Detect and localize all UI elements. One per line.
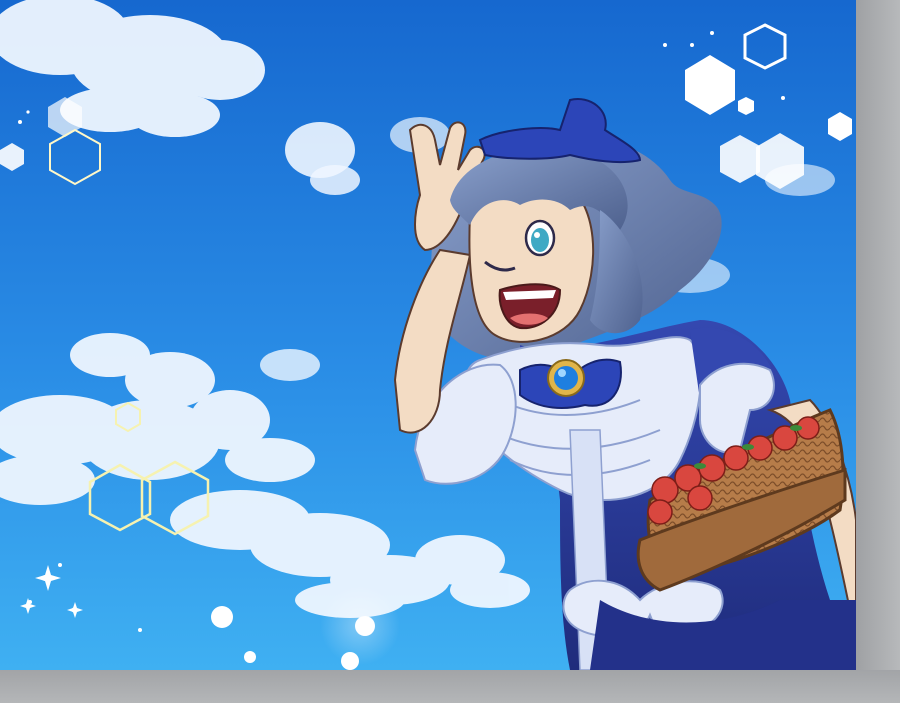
frame-border-bottom — [0, 670, 900, 703]
image-frame — [0, 0, 900, 703]
illustration — [0, 0, 856, 670]
frame-border-right — [856, 0, 900, 703]
